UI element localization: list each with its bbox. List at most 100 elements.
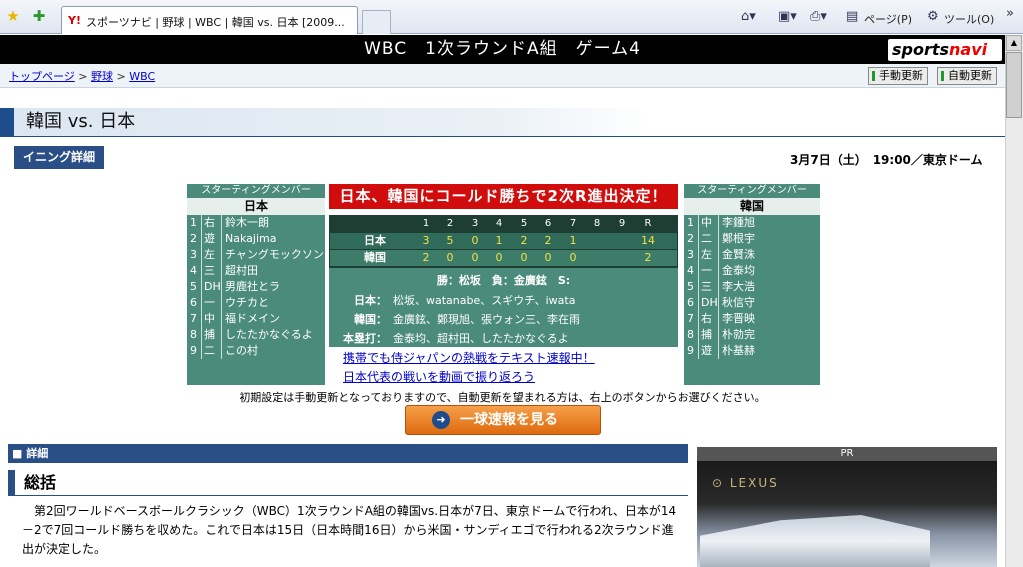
result-label: 日本： — [354, 294, 387, 307]
summary-text: 第2回ワールドベースボールクラシック（WBC）1次ラウンドA組の韓国vs.日本が… — [22, 504, 677, 556]
position: 中 — [201, 311, 221, 327]
inning-score: 0 — [544, 251, 552, 264]
position: 二 — [698, 231, 718, 247]
tab-title: スポーツナビ | 野球 | WBC | 韓国 vs. 日本 [2009... — [86, 16, 345, 29]
inning-score: 2 — [422, 251, 430, 264]
browser-tab[interactable]: Y! スポーツナビ | 野球 | WBC | 韓国 vs. 日本 [2009..… — [61, 6, 358, 34]
player-name: 鄭根宇 — [718, 231, 755, 247]
lineup-row: 2 二鄭根宇 — [684, 231, 820, 247]
position: 左 — [698, 247, 718, 263]
video-link[interactable]: 日本代表の戦いを動画で振り返ろう — [343, 368, 535, 385]
inning-header: R — [644, 218, 652, 229]
breadcrumb-top[interactable]: トップページ — [9, 70, 75, 83]
inning-score: 2 — [520, 234, 528, 247]
inning-score: 0 — [471, 251, 479, 264]
player-name: 朴勍完 — [718, 327, 755, 343]
batting-order: 3 — [687, 248, 694, 261]
result-value: 金廣鉉、鄭現旭、張ウォン三、李在雨 — [393, 313, 580, 326]
scroll-up-arrow-icon[interactable]: ▲ — [1006, 35, 1022, 51]
print-icon[interactable]: ⎙▾ — [810, 9, 827, 24]
page-title: 韓国 vs. 日本 — [26, 111, 136, 132]
inning-score: 0 — [569, 251, 577, 264]
lineup-row: 8 捕朴勍完 — [684, 327, 820, 343]
position: DH — [201, 279, 221, 295]
batting-order: 2 — [687, 232, 694, 245]
mobile-text-link[interactable]: 携帯でも侍ジャパンの熱戦をテキスト速報中！ — [343, 349, 595, 366]
breadcrumb-wbc[interactable]: WBC — [129, 70, 155, 83]
position: 一 — [201, 295, 221, 311]
result-label: 本塁打： — [343, 332, 387, 345]
player-name: この村 — [221, 343, 258, 359]
batting-order: 8 — [687, 328, 694, 341]
player-name: ウチカと — [221, 295, 269, 311]
player-name: 超村田 — [221, 263, 258, 279]
home-icon[interactable]: ⌂▾ — [741, 9, 756, 24]
position: 捕 — [201, 327, 221, 343]
new-tab-button[interactable] — [362, 10, 391, 34]
lineup-row: 1 中李鍾旭 — [684, 215, 820, 231]
lineup-rows: 1 右鈴木一朗 2 遊 Nakajima 3 左チャングモックソンチン 4 三超村田 5 DH 男鹿社… — [187, 215, 346, 359]
title-divider — [0, 136, 1005, 137]
lineup-row: 2 遊 Nakajima — [187, 231, 325, 247]
inning-detail-button[interactable]: イニング詳細 — [14, 146, 104, 169]
lineup-row: 4 三超村田 — [187, 263, 325, 279]
position: 左 — [201, 247, 221, 263]
lineup-caption: スターティングメンバー — [187, 184, 325, 198]
logo-navi: navi — [949, 40, 988, 59]
lineup-row: 5 三李大浩 — [684, 279, 820, 295]
inning-header: 1 — [422, 218, 430, 229]
batting-order: 1 — [190, 216, 197, 229]
lineup-row: 1 右鈴木一朗 — [187, 215, 325, 231]
inning-header: 6 — [544, 218, 552, 229]
detail-header-label: 詳細 — [26, 447, 49, 460]
batting-order: 1 — [687, 216, 694, 229]
inning-score: 0 — [471, 234, 479, 247]
detail-section-header: ■ 詳細 — [8, 444, 688, 463]
tools-menu[interactable]: ツール(O) — [944, 11, 994, 27]
add-favorites-icon[interactable]: ✚ — [31, 8, 47, 24]
batting-order: 6 — [190, 296, 197, 309]
inning-score: 5 — [446, 234, 454, 247]
player-name: チャングモックソンチン — [221, 247, 346, 263]
batting-order: 4 — [190, 264, 197, 277]
more-chevron-icon[interactable]: » — [1006, 6, 1014, 21]
page-menu[interactable]: ページ(P) — [864, 11, 912, 27]
inning-header: 7 — [569, 218, 577, 229]
breadcrumb: トップページ > 野球 > WBC — [9, 70, 156, 83]
summary-title: 総括 — [24, 473, 57, 492]
lineup-row: 9 遊朴基赫 — [684, 343, 820, 359]
feeds-icon[interactable]: ▣▾ — [778, 9, 797, 24]
favorites-star-icon[interactable]: ★ — [5, 8, 21, 24]
scrollbar-thumb[interactable] — [1006, 52, 1022, 118]
result-value: 金泰均、超村田、したたかなぐるよ — [393, 332, 569, 345]
breadcrumb-baseball[interactable]: 野球 — [91, 70, 113, 83]
position: 中 — [698, 215, 718, 231]
position: 二 — [201, 343, 221, 359]
lineup-row: 5 DH 男鹿社とラ — [187, 279, 325, 295]
lexus-logo: ⊙ LEXUS — [712, 476, 779, 490]
player-name: 李晋映 — [718, 311, 755, 327]
game-results: 勝：松坂 負：金廣鉉 S: 日本： 松坂、watanabe、スギウチ、iwata … — [329, 268, 678, 347]
manual-update-button[interactable]: 手動更新 — [868, 67, 928, 85]
lineup-team-name: 韓国 — [684, 198, 820, 215]
player-name: 李大浩 — [718, 279, 755, 295]
inning-score: 2 — [544, 234, 552, 247]
lineup-row: 8 捕したたかなぐるよ — [187, 327, 325, 343]
arrow-right-icon: ➜ — [432, 411, 450, 429]
result-label: 韓国： — [354, 313, 387, 326]
game-header-title: WBC 1次ラウンドA組 ゲーム4 — [364, 39, 641, 59]
batting-order: 8 — [190, 328, 197, 341]
lineup-panel-korea: スターティングメンバー 韓国 1 中李鍾旭 2 二鄭根宇 3 左金賢洙 4 一金泰均 5 三李大浩… — [684, 184, 820, 385]
lineup-row: 9 二この村 — [187, 343, 325, 359]
pr-brand: LEXUS — [729, 476, 779, 490]
inning-header: 3 — [471, 218, 479, 229]
lineup-panel-japan: スターティングメンバー 日本 1 右鈴木一朗 2 遊 Nakajima 3 左チャングモック… — [187, 184, 346, 385]
tools-gear-icon[interactable]: ⚙ — [927, 9, 939, 24]
inning-score: 0 — [495, 251, 503, 264]
player-name: Nakajima — [221, 231, 276, 247]
player-name: 福ドメイン — [221, 311, 280, 327]
auto-update-button[interactable]: 自動更新 — [937, 67, 997, 85]
update-notice: 初期設定は手動更新となっておりますので、自動更新を望まれる方は、右上のボタンから… — [239, 391, 766, 404]
page-icon[interactable]: ▤ — [846, 9, 858, 24]
sportsnavi-logo[interactable]: sportsnavi — [888, 39, 1002, 61]
